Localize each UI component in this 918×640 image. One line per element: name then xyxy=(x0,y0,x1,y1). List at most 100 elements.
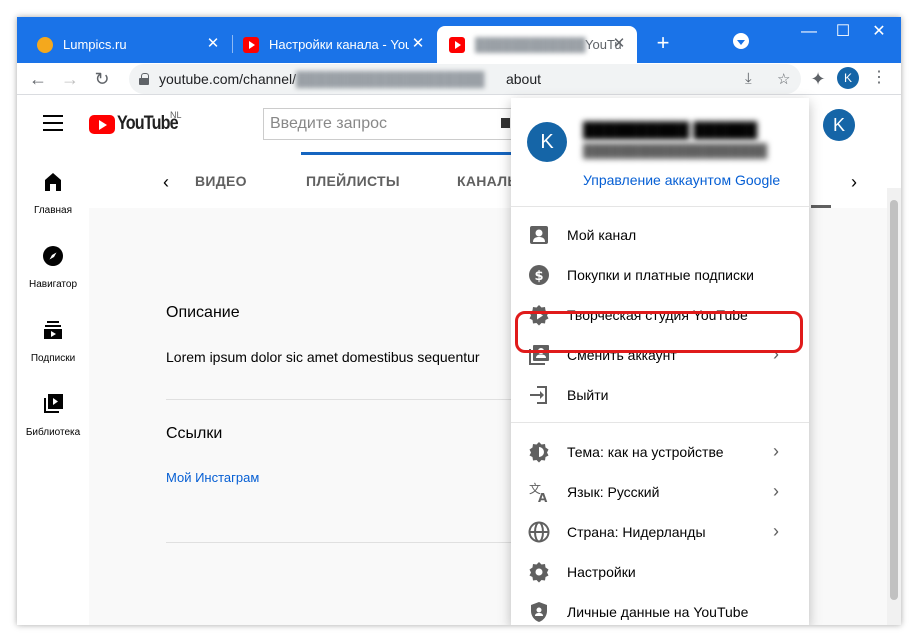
menu-item-location[interactable]: Страна: Нидерланды › xyxy=(511,512,809,552)
blurred-url-segment: ███████████████████ xyxy=(295,71,485,87)
tab-title: Настройки канала - YouTu xyxy=(269,37,409,52)
library-icon xyxy=(44,394,63,413)
left-sidebar: Главная Навигатор Подписки Библиотека xyxy=(17,152,89,625)
manage-account-link[interactable]: Управление аккаунтом Google xyxy=(583,172,780,188)
home-icon xyxy=(45,173,61,191)
youtube-favicon-icon xyxy=(449,36,465,53)
tab-youtube-active[interactable]: ████████████ YouTu ✕ xyxy=(437,26,637,63)
menu-item-label: Выйти xyxy=(567,387,609,403)
studio-highlight-frame xyxy=(515,311,803,353)
svg-text:A: A xyxy=(538,491,548,504)
menu-divider xyxy=(511,422,809,423)
extensions-puzzle-icon[interactable]: ✦ xyxy=(805,66,831,92)
forward-arrow-icon[interactable]: → xyxy=(57,66,83,92)
url-suffix: about xyxy=(505,71,542,87)
tab-strip: Lumpics.ru ✕ Настройки канала - YouTu ✕ … xyxy=(17,17,901,63)
blurred-account-name: ██████████ ██████ xyxy=(583,122,758,139)
chevron-right-icon: › xyxy=(773,481,779,501)
description-heading: Описание xyxy=(166,304,240,321)
theme-icon xyxy=(529,442,549,463)
svg-text:$: $ xyxy=(534,269,543,284)
sign-out-icon xyxy=(530,386,547,404)
bookmark-star-icon[interactable]: ☆ xyxy=(777,70,790,88)
menu-item-theme[interactable]: Тема: как на устройстве › xyxy=(511,432,809,472)
section-divider xyxy=(166,542,526,543)
instagram-link[interactable]: Мой Инстаграм xyxy=(166,470,259,485)
tab-close-icon[interactable]: ✕ xyxy=(410,36,426,52)
chevron-right-icon[interactable]: › xyxy=(851,172,857,193)
menu-item-sign-out[interactable]: Выйти xyxy=(511,375,809,415)
nav-label: Навигатор xyxy=(28,279,78,290)
blurred-tab-title: ████████████ xyxy=(475,37,586,52)
browser-profile-avatar[interactable]: K xyxy=(837,67,859,89)
page-scrollbar[interactable] xyxy=(887,188,901,625)
lock-icon xyxy=(139,73,149,85)
menu-item-settings[interactable]: Настройки xyxy=(511,552,809,592)
youtube-favicon-icon xyxy=(243,36,259,53)
nav-item-library[interactable]: Библиотека xyxy=(17,392,89,438)
dollar-icon: $ xyxy=(529,265,549,285)
menu-avatar: K xyxy=(527,122,567,162)
keyboard-icon[interactable] xyxy=(501,118,510,128)
youtube-wordmark: YouTube xyxy=(117,113,179,134)
menu-item-purchases[interactable]: $ Покупки и платные подписки xyxy=(511,255,809,295)
youtube-play-icon xyxy=(89,114,115,134)
settings-icon xyxy=(529,562,549,583)
tab-close-icon[interactable]: ✕ xyxy=(611,36,627,52)
compass-icon xyxy=(43,246,63,266)
menu-item-label: Мой канал xyxy=(567,227,637,243)
region-code: NL xyxy=(170,110,182,120)
install-app-icon[interactable]: ⤓ xyxy=(745,70,752,87)
chevron-left-icon[interactable]: ‹ xyxy=(163,172,169,193)
scrollbar-thumb[interactable] xyxy=(890,200,898,600)
translate-icon: 文A xyxy=(529,481,548,504)
section-divider xyxy=(166,399,526,400)
menu-item-your-data[interactable]: Личные данные на YouTube xyxy=(511,592,809,625)
tab-close-icon[interactable]: ✕ xyxy=(205,36,221,52)
account-box-icon xyxy=(530,226,548,244)
tab-lumpics[interactable]: Lumpics.ru ✕ xyxy=(17,26,231,63)
address-bar[interactable]: youtube.com/channel/ ███████████████████… xyxy=(129,64,801,94)
tab-channel-settings[interactable]: Настройки канала - YouTu ✕ xyxy=(233,26,436,63)
maximize-button[interactable]: ☐ xyxy=(823,21,863,45)
menu-item-my-channel[interactable]: Мой канал xyxy=(511,215,809,255)
tab-videos[interactable]: ВИДЕО xyxy=(195,173,247,189)
browser-window: Lumpics.ru ✕ Настройки канала - YouTu ✕ … xyxy=(17,17,901,625)
privacy-shield-icon xyxy=(531,602,547,622)
account-menu: K ██████████ ██████ ████████████████████… xyxy=(511,98,809,625)
header-avatar[interactable]: K xyxy=(823,109,855,141)
new-tab-button[interactable]: + xyxy=(650,30,676,56)
youtube-logo[interactable]: YouTube NL xyxy=(89,110,188,135)
menu-item-label: Тема: как на устройстве xyxy=(567,444,724,460)
menu-item-label: Личные данные на YouTube xyxy=(567,604,749,620)
nav-item-home[interactable]: Главная xyxy=(17,170,89,216)
hamburger-menu-icon[interactable] xyxy=(43,115,63,131)
tab-playlists[interactable]: ПЛЕЙЛИСТЫ xyxy=(306,173,400,189)
close-window-button[interactable]: ✕ xyxy=(859,21,899,45)
tab-search-icon[interactable] xyxy=(733,33,749,49)
search-focus-underline xyxy=(301,152,511,155)
menu-item-label: Страна: Нидерланды xyxy=(567,524,706,540)
menu-item-language[interactable]: 文A Язык: Русский › xyxy=(511,472,809,512)
url-prefix: youtube.com/channel/ xyxy=(159,71,296,87)
blurred-account-email: ████████████████████ xyxy=(583,143,768,158)
reload-icon[interactable]: ↻ xyxy=(89,66,115,92)
menu-item-label: Настройки xyxy=(567,564,636,580)
browser-menu-icon[interactable]: ⋮ xyxy=(869,67,889,91)
globe-icon xyxy=(528,521,550,543)
links-heading: Ссылки xyxy=(166,425,223,442)
nav-label: Главная xyxy=(33,205,73,216)
chevron-right-icon: › xyxy=(773,441,779,461)
nav-item-subscriptions[interactable]: Подписки xyxy=(17,318,89,364)
description-text: Lorem ipsum dolor sic amet domestibus se… xyxy=(166,349,480,365)
menu-item-label: Язык: Русский xyxy=(567,484,660,500)
chevron-right-icon: › xyxy=(773,521,779,541)
browser-toolbar: ← → ↻ youtube.com/channel/ █████████████… xyxy=(17,63,901,95)
search-input[interactable]: Введите запрос xyxy=(263,108,525,140)
back-arrow-icon[interactable]: ← xyxy=(25,66,51,92)
lumpics-favicon-icon xyxy=(37,36,53,53)
nav-label: Подписки xyxy=(30,353,76,364)
nav-item-explore[interactable]: Навигатор xyxy=(17,244,89,290)
nav-label: Библиотека xyxy=(25,427,81,438)
active-tab-indicator xyxy=(811,205,831,208)
